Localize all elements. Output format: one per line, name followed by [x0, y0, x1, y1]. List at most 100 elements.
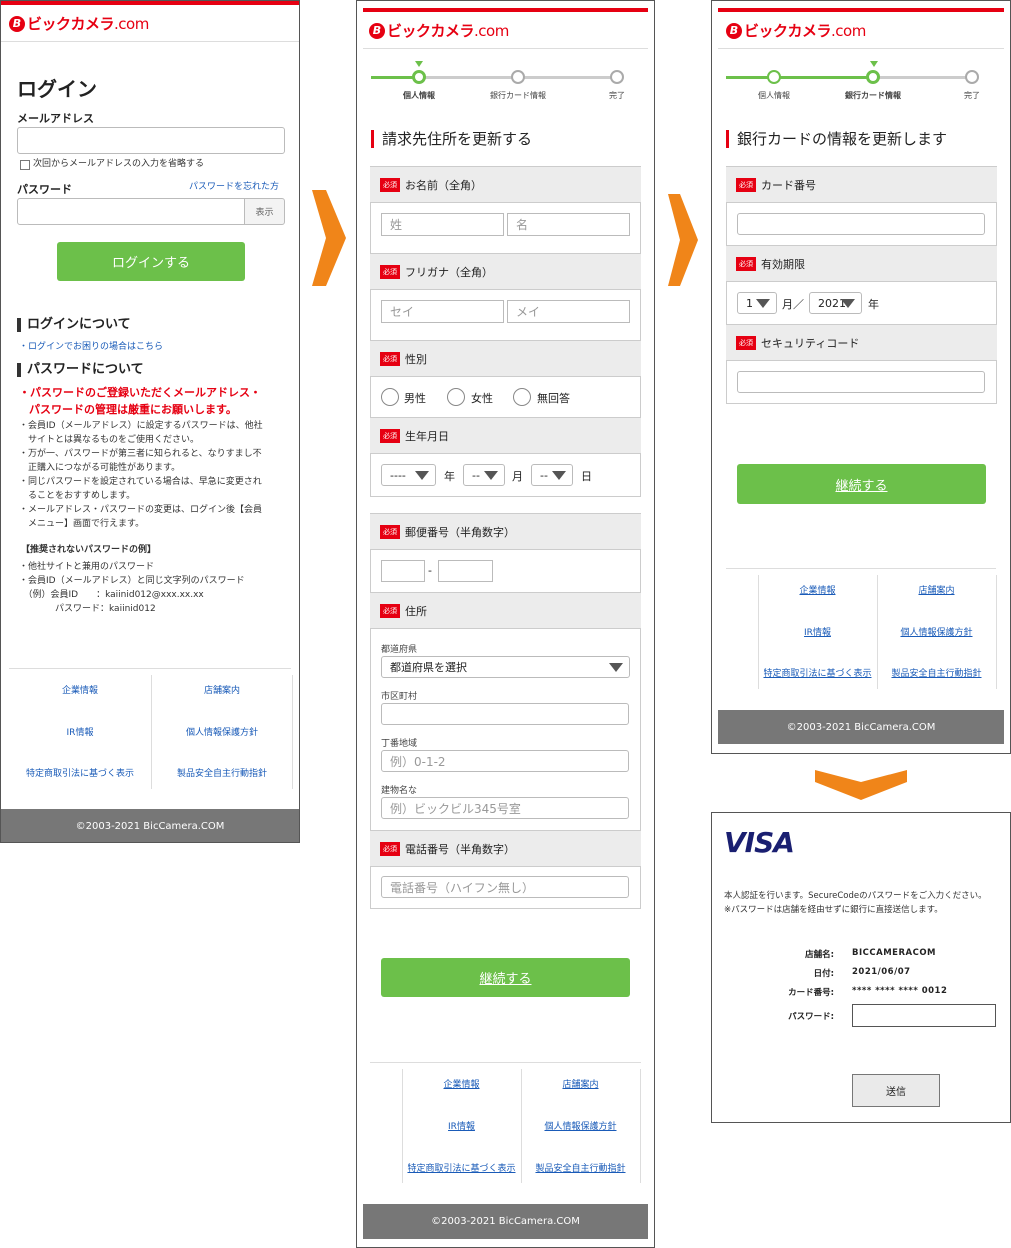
- password-warning-2: パスワードの管理は厳重にお願いします。: [29, 403, 237, 416]
- footer-link-stores[interactable]: 店舗案内: [877, 575, 996, 603]
- postal-separator: -: [428, 564, 432, 577]
- password-notes: ・会員ID（メールアドレス）に設定するパスワードは、他社 サイトとは異なるものを…: [19, 421, 263, 529]
- cvc-input[interactable]: [737, 371, 985, 393]
- city-label: 市区町村: [381, 692, 418, 702]
- expiry-row-header: 必須 有効期限: [726, 245, 997, 282]
- footer-link-stores[interactable]: 店舗案内: [151, 675, 293, 703]
- logo[interactable]: B ビックカメラ.com: [369, 20, 509, 41]
- login-help-link[interactable]: ・ログインでお困りの場合はこちら: [19, 339, 163, 352]
- footer-link-safety[interactable]: 製品安全自主行動指針: [151, 758, 293, 786]
- secure-password-input[interactable]: [852, 1004, 996, 1027]
- card-number-row-header: 必須 カード番号: [726, 166, 997, 203]
- postal-code-second-input[interactable]: [438, 560, 493, 582]
- expiry-month-select[interactable]: 1: [737, 292, 777, 314]
- date-label: 日付:: [813, 969, 834, 979]
- continue-button[interactable]: 継続する: [381, 958, 630, 997]
- submit-button[interactable]: 送信: [852, 1074, 940, 1107]
- password-label: パスワード:: [788, 1012, 834, 1022]
- bad-example-heading: 【推奨されないパスワードの例】: [21, 545, 157, 555]
- header-divider: [363, 48, 648, 49]
- card-panel: B ビックカメラ.com 個人情報 銀行カード情報 完了 銀行カードの情報を更新…: [711, 0, 1011, 754]
- step-label-3: 完了: [609, 91, 625, 100]
- footer-link-privacy[interactable]: 個人情報保護方針: [151, 717, 293, 745]
- step-dot-2: [511, 70, 525, 84]
- footer-link-company[interactable]: 企業情報: [9, 675, 151, 703]
- password-field[interactable]: [17, 198, 245, 225]
- footer-vdivider: [292, 675, 293, 789]
- year-unit: 年: [868, 298, 879, 311]
- brand-bar: [363, 8, 648, 12]
- expiry-year-select[interactable]: 2021: [809, 292, 862, 314]
- footer-link-ir[interactable]: IR情報: [758, 617, 877, 645]
- login-panel: B ビックカメラ.com ログイン メールアドレス 次回からメールアドレスの入力…: [0, 0, 300, 843]
- store-name-label: 店舗名:: [805, 950, 834, 960]
- continue-button[interactable]: 継続する: [737, 464, 986, 504]
- building-label: 建物名な: [381, 786, 418, 796]
- step-dot-3: [965, 70, 979, 84]
- remember-checkbox[interactable]: [20, 160, 30, 170]
- last-kana-input[interactable]: セイ: [381, 300, 504, 323]
- last-name-input[interactable]: 姓: [381, 213, 504, 236]
- footer-link-privacy[interactable]: 個人情報保護方針: [521, 1111, 640, 1139]
- postal-code-first-input[interactable]: [381, 560, 425, 582]
- logo[interactable]: B ビックカメラ.com: [726, 20, 866, 41]
- footer-link-company[interactable]: 企業情報: [758, 575, 877, 603]
- header-divider: [718, 48, 1004, 49]
- login-button[interactable]: ログインする: [57, 242, 245, 281]
- footer-link-tokushoho[interactable]: 特定商取引法に基づく表示: [9, 758, 151, 786]
- card-number-label: カード番号:: [788, 988, 834, 998]
- first-kana-input[interactable]: メイ: [507, 300, 630, 323]
- visa-panel: VISA 本人認証を行います。SecureCodeのパスワードをご入力ください。…: [711, 812, 1011, 1123]
- birth-year-select[interactable]: ----: [381, 464, 436, 486]
- kana-row-header: 必須 フリガナ（全角）: [370, 253, 641, 290]
- gender-female-radio[interactable]: [447, 388, 465, 406]
- footer-link-tokushoho[interactable]: 特定商取引法に基づく表示: [402, 1153, 521, 1181]
- footer-link-company[interactable]: 企業情報: [402, 1069, 521, 1097]
- email-field[interactable]: [17, 127, 285, 154]
- footer-link-privacy[interactable]: 個人情報保護方針: [877, 617, 996, 645]
- page-title: 請求先住所を更新する: [371, 130, 532, 148]
- year-unit: 年: [444, 470, 455, 483]
- logo[interactable]: B ビックカメラ.com: [9, 13, 149, 34]
- prefecture-select[interactable]: 都道府県を選択: [381, 656, 630, 678]
- step-label-3: 完了: [964, 91, 980, 100]
- phone-input[interactable]: 電話番号（ハイフン無し）: [381, 876, 629, 898]
- step-dot-2: [866, 70, 880, 84]
- step-dot-3: [610, 70, 624, 84]
- footer-divider: [370, 1062, 641, 1063]
- building-input[interactable]: 例）ビックビル345号室: [381, 797, 629, 819]
- current-step-marker-icon: [870, 61, 878, 67]
- current-step-marker-icon: [415, 61, 423, 67]
- first-name-input[interactable]: 名: [507, 213, 630, 236]
- progress-done: [726, 76, 874, 79]
- birth-day-select[interactable]: --: [531, 464, 573, 486]
- forgot-password-link[interactable]: パスワードを忘れた方: [189, 179, 279, 192]
- footer-link-ir[interactable]: IR情報: [9, 717, 151, 745]
- footer-link-ir[interactable]: IR情報: [402, 1111, 521, 1139]
- flow-arrow-down-icon: [815, 770, 907, 800]
- birth-row-header: 必須 生年月日: [370, 417, 641, 454]
- show-password-button[interactable]: 表示: [244, 198, 285, 225]
- city-input[interactable]: [381, 703, 629, 725]
- card-number-value: **** **** **** 0012: [852, 986, 948, 996]
- copyright: ©2003-2021 BicCamera.COM: [1, 809, 299, 842]
- footer-link-tokushoho[interactable]: 特定商取引法に基づく表示: [758, 658, 877, 686]
- street-input[interactable]: 例）0-1-2: [381, 750, 629, 772]
- copyright: ©2003-2021 BicCamera.COM: [363, 1204, 648, 1239]
- header-divider: [1, 41, 299, 42]
- footer-link-safety[interactable]: 製品安全自主行動指針: [877, 658, 996, 686]
- step-dot-1: [767, 70, 781, 84]
- gender-male-radio[interactable]: [381, 388, 399, 406]
- step-label-2: 銀行カード情報: [490, 91, 546, 100]
- footer-divider: [9, 668, 291, 669]
- gender-none-radio[interactable]: [513, 388, 531, 406]
- brand-bar: [1, 1, 299, 5]
- footer-link-safety[interactable]: 製品安全自主行動指針: [521, 1153, 640, 1181]
- visa-logo: VISA: [724, 826, 795, 859]
- card-number-input[interactable]: [737, 213, 985, 235]
- address-row-header: 必須 住所: [370, 592, 641, 629]
- cvc-row-header: 必須 セキュリティコード: [726, 324, 997, 361]
- footer-link-stores[interactable]: 店舗案内: [521, 1069, 640, 1097]
- month-unit: 月: [512, 470, 523, 483]
- birth-month-select[interactable]: --: [463, 464, 505, 486]
